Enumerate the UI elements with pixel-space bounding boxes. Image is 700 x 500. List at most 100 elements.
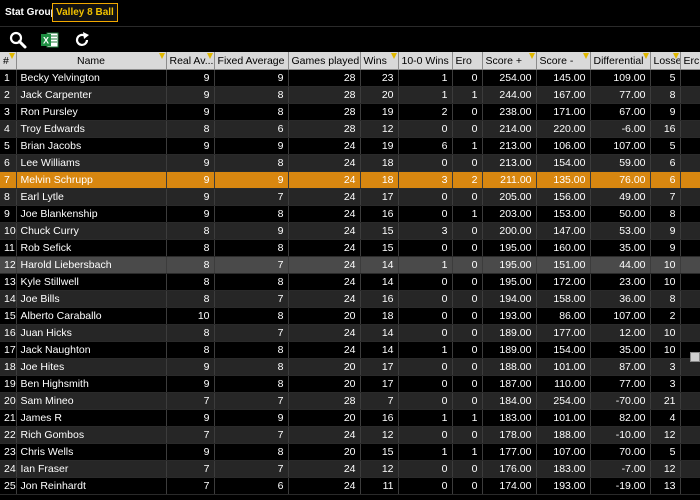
- table-cell: 8: [650, 205, 681, 223]
- table-body: 1 Becky Yelvington 9 9 28 23 1 0 254.00 145.00 109…: [0, 69, 700, 495]
- table-row[interactable]: 23 Chris Wells 9 8 20 15 1 1 177.00 107.00 70.00 5: [0, 443, 700, 461]
- table-row[interactable]: 18 Joe Hites 9 8 20 17 0 0 188.00 101.00 87.00 3: [0, 358, 700, 376]
- column-header[interactable]: Score +: [482, 52, 537, 70]
- table-cell: 28: [288, 103, 361, 121]
- table-cell: 214.00: [482, 120, 537, 138]
- table-row[interactable]: 24 Ian Fraser 7 7 24 12 0 0 176.00 183.00 -7.00 12: [0, 460, 700, 478]
- table-cell: 9: [166, 69, 215, 87]
- table-cell: 0: [452, 307, 483, 325]
- column-header[interactable]: Fixed Average: [214, 52, 289, 70]
- table-cell: 107.00: [590, 307, 651, 325]
- column-header[interactable]: Games played: [288, 52, 361, 70]
- table-row[interactable]: 25 Jon Reinhardt 7 6 24 11 0 0 174.00 193.00 -19.0…: [0, 477, 700, 495]
- table-row[interactable]: 4 Troy Edwards 8 6 28 12 0 0 214.00 220.00 -6.00 16: [0, 120, 700, 138]
- table-cell: 0: [398, 426, 453, 444]
- table-row[interactable]: 10 Chuck Curry 8 9 24 15 3 0 200.00 147.00 53.00 9: [0, 222, 700, 240]
- table-cell: 15: [0, 307, 17, 325]
- table-cell: [680, 103, 700, 121]
- table-row[interactable]: 7 Melvin Schrupp 9 9 24 18 3 2 211.00 135.00 76.00…: [0, 171, 700, 189]
- table-cell: 7: [166, 392, 215, 410]
- table-row[interactable]: 16 Juan Hicks 8 7 24 14 0 0 189.00 177.00 12.00 10: [0, 324, 700, 342]
- table-row[interactable]: 21 James R 9 9 20 16 1 1 183.00 101.00 82.00 4: [0, 409, 700, 427]
- table-cell: 8: [214, 154, 289, 172]
- table-row[interactable]: 19 Ben Highsmith 9 8 20 17 0 0 187.00 110.00 77.00…: [0, 375, 700, 393]
- table-row[interactable]: 11 Rob Sefick 8 8 24 15 0 0 195.00 160.00 35.00 9: [0, 239, 700, 257]
- table-cell: 24: [288, 188, 361, 206]
- table-cell: 0: [452, 154, 483, 172]
- column-header[interactable]: Losses: [650, 52, 681, 70]
- table-cell: 109.00: [590, 69, 651, 87]
- filter-icon[interactable]: [206, 53, 213, 59]
- column-header[interactable]: Ero: [452, 52, 483, 70]
- column-header[interactable]: Real Av...: [166, 52, 215, 70]
- column-header[interactable]: 10-0 Wins: [398, 52, 453, 70]
- table-row[interactable]: 1 Becky Yelvington 9 9 28 23 1 0 254.00 145.00 109…: [0, 69, 700, 87]
- column-header[interactable]: Erc: [680, 52, 700, 70]
- column-header[interactable]: #: [0, 52, 17, 70]
- table-cell: 174.00: [482, 477, 537, 495]
- table-cell: Juan Hicks: [16, 324, 167, 342]
- table-cell: 7: [214, 290, 289, 308]
- table-cell: 0: [398, 324, 453, 342]
- column-header[interactable]: Wins: [360, 52, 399, 70]
- table-cell: 220.00: [536, 120, 591, 138]
- table-cell: 24: [288, 154, 361, 172]
- stats-grid: # Name Real Av... Fixed Average Games played…: [0, 52, 700, 500]
- table-cell: 12: [650, 426, 681, 444]
- filter-icon[interactable]: [390, 53, 397, 59]
- table-cell: 213.00: [482, 154, 537, 172]
- refresh-icon[interactable]: [72, 30, 92, 50]
- table-cell: Rob Sefick: [16, 239, 167, 257]
- table-cell: 86.00: [536, 307, 591, 325]
- excel-icon[interactable]: X: [40, 30, 60, 50]
- search-icon[interactable]: [8, 30, 28, 50]
- scrollbar-thumb[interactable]: [690, 352, 700, 362]
- table-row[interactable]: 5 Brian Jacobs 9 9 24 19 6 1 213.00 106.00 107.00 5: [0, 137, 700, 155]
- table-row[interactable]: 12 Harold Liebersbach 8 7 24 14 1 0 195.00 151.00…: [0, 256, 700, 274]
- filter-icon[interactable]: [582, 53, 589, 59]
- filter-icon[interactable]: [672, 53, 679, 59]
- table-row[interactable]: 14 Joe Bills 8 7 24 16 0 0 194.00 158.00 36.00 8: [0, 290, 700, 308]
- table-row[interactable]: 6 Lee Williams 9 8 24 18 0 0 213.00 154.00 59.00 6: [0, 154, 700, 172]
- table-row[interactable]: 20 Sam Mineo 7 7 28 7 0 0 184.00 254.00 -70.00 21: [0, 392, 700, 410]
- table-cell: 0: [452, 358, 483, 376]
- filter-icon[interactable]: [158, 53, 165, 59]
- table-cell: 9: [166, 154, 215, 172]
- table-cell: 2: [0, 86, 17, 104]
- table-cell: 36.00: [590, 290, 651, 308]
- table-cell: 20: [288, 443, 361, 461]
- table-cell: 15: [360, 239, 399, 257]
- table-cell: 176.00: [482, 460, 537, 478]
- column-header[interactable]: Score -: [536, 52, 591, 70]
- table-cell: 6: [214, 477, 289, 495]
- filter-icon[interactable]: [642, 53, 649, 59]
- stat-group-select[interactable]: Valley 8 Ball: [52, 3, 118, 22]
- table-cell: 1: [398, 86, 453, 104]
- table-row[interactable]: 13 Kyle Stillwell 8 8 24 14 0 0 195.00 172.00 23.0…: [0, 273, 700, 291]
- table-cell: 0: [398, 358, 453, 376]
- table-cell: [680, 392, 700, 410]
- table-row[interactable]: 2 Jack Carpenter 9 8 28 20 1 1 244.00 167.00 77.00…: [0, 86, 700, 104]
- filter-icon[interactable]: [528, 53, 535, 59]
- table-cell: 8: [214, 103, 289, 121]
- table-cell: 25: [0, 477, 17, 495]
- table-row[interactable]: 17 Jack Naughton 8 8 24 14 1 0 189.00 154.00 35.00…: [0, 341, 700, 359]
- filter-icon[interactable]: [8, 53, 15, 59]
- table-row[interactable]: 15 Alberto Caraballo 10 8 20 18 0 0 193.00 86.00 1…: [0, 307, 700, 325]
- table-cell: 101.00: [536, 409, 591, 427]
- column-header[interactable]: Differential: [590, 52, 651, 70]
- table-cell: 10: [650, 324, 681, 342]
- table-cell: Sam Mineo: [16, 392, 167, 410]
- table-row[interactable]: 8 Earl Lytle 9 7 24 17 0 0 205.00 156.00 49.00 7: [0, 188, 700, 206]
- table-cell: [680, 239, 700, 257]
- column-header[interactable]: Name: [16, 52, 167, 70]
- table-cell: 3: [398, 171, 453, 189]
- table-cell: 7: [166, 477, 215, 495]
- table-cell: 24: [288, 426, 361, 444]
- table-row[interactable]: 22 Rich Gombos 7 7 24 12 0 0 178.00 188.00 -10.00 1…: [0, 426, 700, 444]
- table-cell: 8: [650, 86, 681, 104]
- table-row[interactable]: 3 Ron Pursley 9 8 28 19 2 0 238.00 171.00 67.00 9: [0, 103, 700, 121]
- table-cell: 9: [166, 358, 215, 376]
- table-row[interactable]: 9 Joe Blankenship 9 8 24 16 0 1 203.00 153.00 50.0…: [0, 205, 700, 223]
- table-cell: 5: [650, 69, 681, 87]
